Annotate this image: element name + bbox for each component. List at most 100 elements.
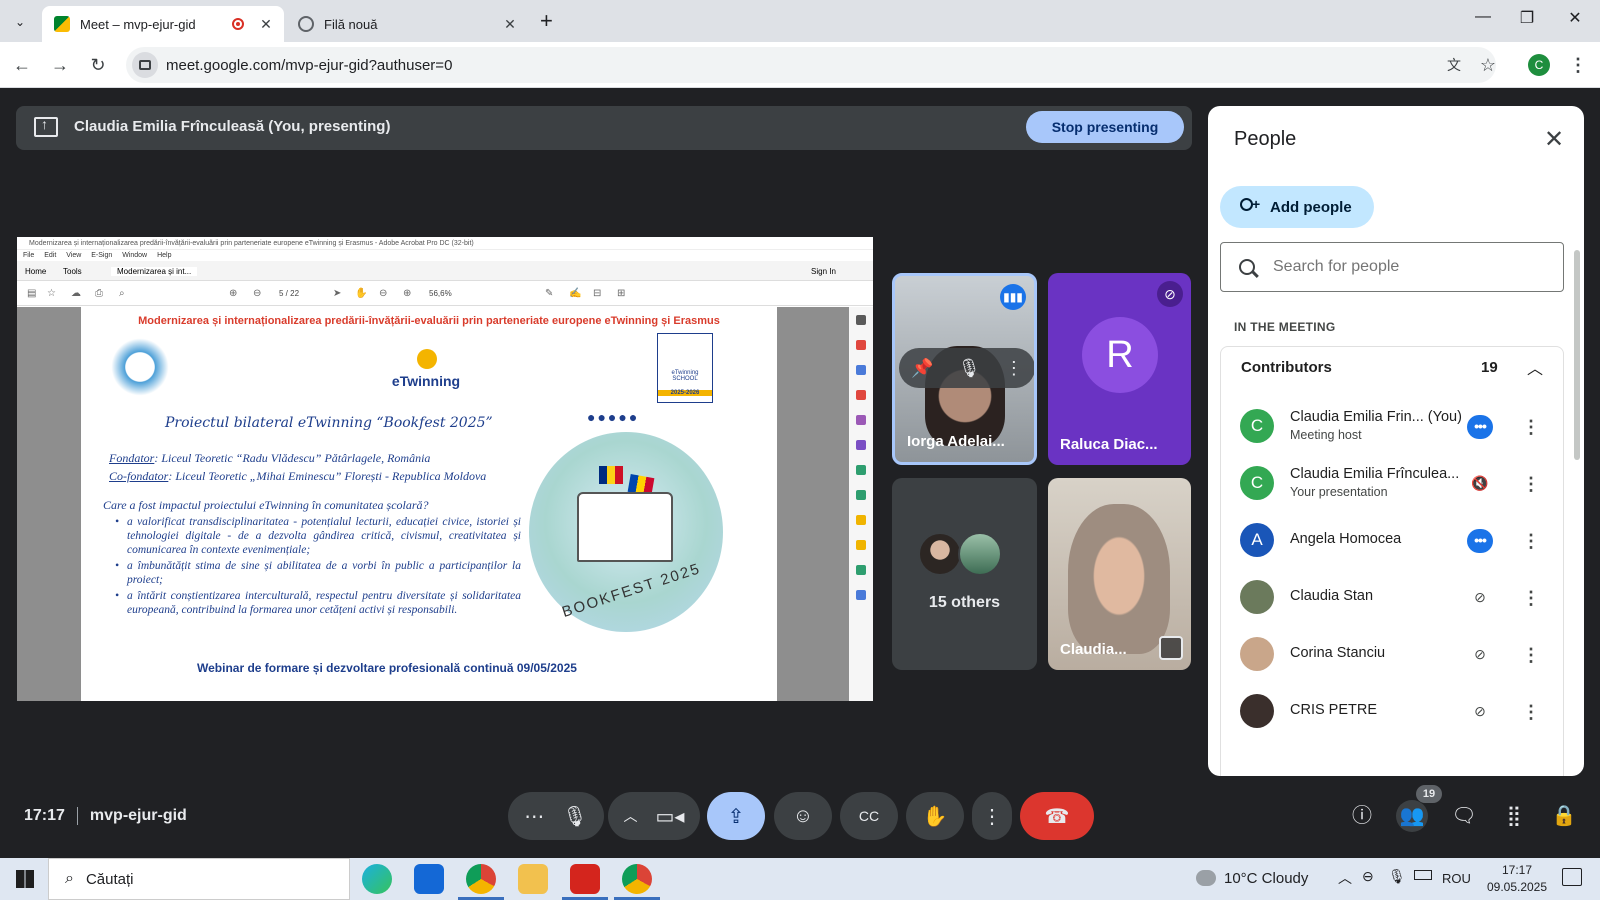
chevron-up-icon[interactable]: ︿ bbox=[1338, 868, 1352, 888]
present-button[interactable]: ⇪ bbox=[707, 792, 765, 840]
add-people-button[interactable]: Add people bbox=[1220, 186, 1374, 228]
contributors-group: Contributors 19 ︿ C Claudia Emilia Frin.… bbox=[1220, 346, 1564, 776]
presenting-label: Claudia Emilia Frînculeasă (You, present… bbox=[74, 118, 391, 135]
chrome-icon[interactable] bbox=[466, 864, 496, 894]
app-icon[interactable] bbox=[414, 864, 444, 894]
audio-options-icon[interactable]: ⋯ bbox=[524, 804, 544, 829]
microphone-icon[interactable]: 🎙 bbox=[1388, 868, 1406, 885]
stop-presenting-button[interactable]: Stop presenting bbox=[1026, 111, 1184, 143]
back-icon[interactable]: ← bbox=[10, 53, 34, 77]
mic-off-icon: ⊘ bbox=[1157, 281, 1183, 307]
participant-row[interactable]: A Angela Homocea ••• ⋮ bbox=[1221, 511, 1565, 569]
chat-icon[interactable]: 🗨 bbox=[1448, 800, 1480, 832]
bookfest-logo: BOOKFEST 2025 bbox=[529, 432, 723, 632]
bookmark-star-icon[interactable]: ☆ bbox=[1476, 53, 1500, 77]
battery-icon[interactable] bbox=[1414, 870, 1432, 880]
tab-title: Meet – mvp-ejur-gid bbox=[80, 16, 196, 32]
avatar bbox=[1240, 637, 1274, 671]
more-options-icon[interactable]: ⋮ bbox=[1521, 470, 1541, 498]
pin-icon[interactable]: 📌 bbox=[911, 358, 933, 379]
site-info-icon[interactable] bbox=[132, 52, 158, 78]
activities-icon[interactable]: ⣿ bbox=[1498, 800, 1530, 832]
restore-icon[interactable]: ❐ bbox=[1504, 8, 1550, 28]
close-window-icon[interactable]: ✕ bbox=[1552, 8, 1598, 28]
windows-start-icon[interactable] bbox=[16, 870, 34, 888]
camera-control: ︿ ▭◂ bbox=[608, 792, 700, 840]
acrobat-icon[interactable] bbox=[570, 864, 600, 894]
group-title[interactable]: Contributors bbox=[1241, 359, 1332, 376]
participant-row[interactable]: Claudia Stan ⊘ ⋮ bbox=[1221, 568, 1565, 626]
captions-button[interactable]: CC bbox=[840, 792, 898, 840]
address-bar[interactable]: meet.google.com/mvp-ejur-gid?authuser=0 bbox=[126, 47, 1496, 83]
minimize-icon[interactable]: — bbox=[1460, 8, 1506, 26]
search-people[interactable] bbox=[1220, 242, 1564, 292]
badge-line: SCHOOL bbox=[672, 376, 698, 382]
search-input[interactable] bbox=[1273, 258, 1533, 276]
more-options-icon[interactable]: ⋮ bbox=[1521, 584, 1541, 612]
translate-icon[interactable]: 文 bbox=[1442, 53, 1466, 77]
participant-row[interactable]: CRIS PETRE ⊘ ⋮ bbox=[1221, 682, 1565, 740]
language-indicator[interactable]: ROU bbox=[1442, 871, 1471, 886]
etwinning-school-badge: eTwinning SCHOOL 2025-2026 bbox=[657, 333, 713, 403]
tab-new[interactable]: Filă nouă ✕ bbox=[286, 6, 528, 42]
more-options-icon[interactable]: ⋮ bbox=[1521, 641, 1541, 669]
new-tab-button[interactable]: + bbox=[540, 8, 553, 34]
participant-tile[interactable]: ⊘ R Raluca Diac... bbox=[1048, 273, 1191, 465]
self-view-tile[interactable]: Claudia... bbox=[1048, 478, 1191, 670]
mic-icon[interactable]: 🎙 bbox=[958, 358, 981, 379]
mic-off-icon: ⊘ bbox=[1474, 703, 1486, 719]
edge-icon[interactable] bbox=[362, 864, 392, 894]
camera-icon[interactable]: ▭◂ bbox=[656, 804, 685, 829]
host-controls-icon[interactable]: 🔒 bbox=[1548, 800, 1580, 832]
close-tab-icon[interactable]: ✕ bbox=[256, 16, 276, 33]
more-options-button[interactable]: ⋮ bbox=[972, 792, 1012, 840]
close-icon[interactable]: ✕ bbox=[1538, 124, 1570, 156]
browser-menu-icon[interactable]: ⋮ bbox=[1566, 53, 1590, 77]
people-panel: People ✕ Add people IN THE MEETING Contr… bbox=[1208, 106, 1584, 776]
leave-call-button[interactable]: ☎ bbox=[1020, 792, 1094, 840]
tile-controls: 📌 🎙 ⋮ bbox=[899, 348, 1034, 388]
participant-role: Meeting host bbox=[1290, 428, 1362, 442]
close-tab-icon[interactable]: ✕ bbox=[500, 16, 520, 33]
participant-row[interactable]: C Claudia Emilia Frînculea... Your prese… bbox=[1221, 454, 1565, 512]
participant-row[interactable]: C Claudia Emilia Frin... (You) Meeting h… bbox=[1221, 397, 1565, 455]
chevron-up-icon[interactable]: ︿ bbox=[624, 806, 638, 826]
tab-search-icon[interactable]: ⌄ bbox=[8, 10, 32, 34]
meeting-details-icon[interactable]: ⓘ bbox=[1346, 800, 1378, 832]
notifications-icon[interactable] bbox=[1562, 868, 1582, 886]
clock-date[interactable]: 09.05.2025 bbox=[1478, 880, 1556, 894]
browser-tab-strip: ⌄ Meet – mvp-ejur-gid ✕ Filă nouă ✕ + — … bbox=[0, 0, 1600, 42]
participant-name: Claudia... bbox=[1060, 641, 1127, 658]
reload-icon[interactable]: ↻ bbox=[86, 53, 110, 77]
panel-scrollbar[interactable] bbox=[1574, 250, 1580, 460]
book-icon bbox=[577, 492, 673, 562]
avatar bbox=[1240, 694, 1274, 728]
picture-in-picture-icon[interactable] bbox=[1159, 636, 1183, 660]
taskbar-search[interactable]: ⌕ Căutați bbox=[48, 858, 350, 900]
people-icon[interactable]: 👥 bbox=[1396, 800, 1428, 832]
forward-icon[interactable]: → bbox=[48, 53, 72, 77]
more-options-icon[interactable]: ⋮ bbox=[1521, 698, 1541, 726]
network-icon[interactable]: ⊖ bbox=[1362, 868, 1374, 885]
participant-row[interactable]: Corina Stanciu ⊘ ⋮ bbox=[1221, 625, 1565, 683]
raise-hand-button[interactable]: ✋ bbox=[906, 792, 964, 840]
others-tile[interactable]: 15 others bbox=[892, 478, 1037, 670]
profile-avatar[interactable]: C bbox=[1528, 54, 1550, 76]
file-explorer-icon[interactable] bbox=[518, 864, 548, 894]
more-options-icon[interactable]: ⋮ bbox=[1005, 358, 1023, 379]
participant-video bbox=[1068, 504, 1170, 654]
emoji-button[interactable]: ☺ bbox=[774, 792, 832, 840]
acrobat-title-bar: Modernizarea și internaționalizarea pred… bbox=[17, 237, 873, 250]
clock-time[interactable]: 17:17 bbox=[1494, 863, 1540, 877]
more-options-icon[interactable]: ⋮ bbox=[1521, 413, 1541, 441]
participant-tile[interactable]: ▮▮▮ 📌 🎙 ⋮ Iorga Adelai... bbox=[892, 273, 1037, 465]
chevron-up-icon[interactable]: ︿ bbox=[1527, 355, 1543, 379]
cofounder-label: Co-fondator bbox=[109, 469, 169, 483]
weather-text[interactable]: 10°C Cloudy bbox=[1224, 870, 1308, 887]
weather-icon[interactable] bbox=[1196, 870, 1216, 886]
microphone-icon[interactable]: 🎙 bbox=[562, 804, 587, 829]
tab-meet[interactable]: Meet – mvp-ejur-gid ✕ bbox=[42, 6, 284, 42]
more-options-icon[interactable]: ⋮ bbox=[1521, 527, 1541, 555]
badge-years: 2025-2026 bbox=[658, 390, 712, 396]
chrome-icon[interactable] bbox=[622, 864, 652, 894]
